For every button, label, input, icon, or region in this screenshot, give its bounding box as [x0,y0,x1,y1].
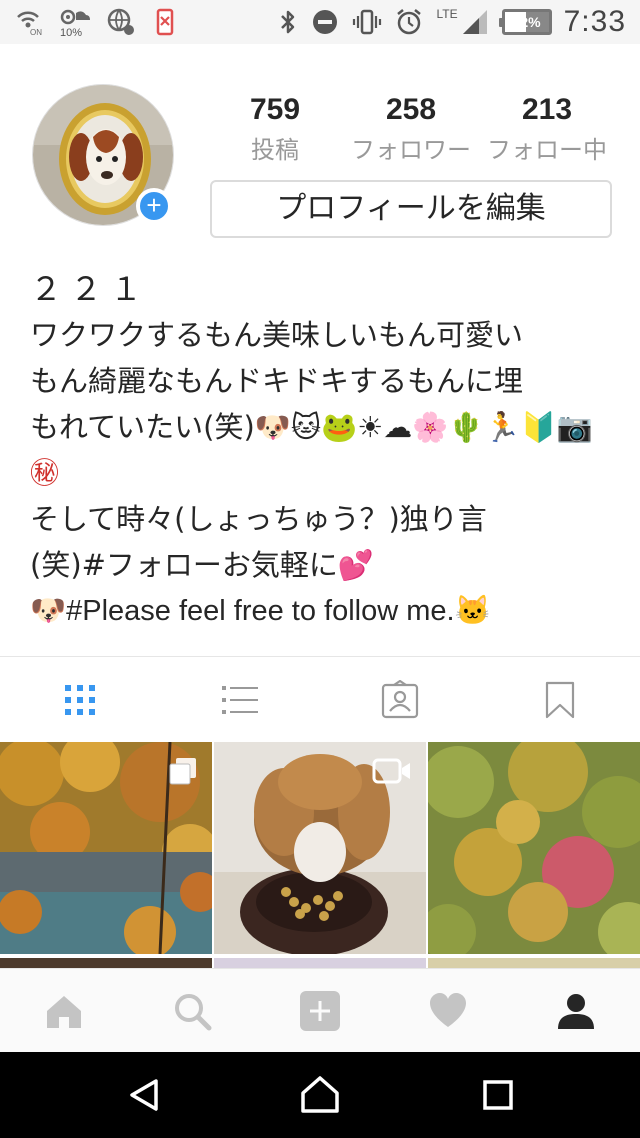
video-icon [372,756,412,786]
status-bar: ON 10% LTE 52% 7:33 [0,0,640,44]
bio-line: もれていたい(笑)🐶🐱🐸☀☁🌸🌵🏃🔰📷 [30,410,593,444]
bio-line[interactable]: (笑)#フォローお気軽に💕 [30,542,630,588]
nav-profile[interactable] [512,969,640,1053]
vibrate-icon [352,7,382,37]
stat-count: 759 [249,93,301,126]
recents-button[interactable] [438,1052,558,1138]
bluetooth-icon [278,7,298,37]
bio-line: ワクワクするもん美味しいもん可愛い [30,318,524,352]
data-saver-percent: 10% [60,27,82,37]
activity-heart-icon [430,993,466,1027]
tab-tagged-view[interactable] [320,658,480,742]
bookmark-icon [545,681,575,719]
edit-profile-button[interactable]: プロフィールを編集 [210,180,612,238]
nav-home[interactable] [0,969,128,1053]
tab-saved-view[interactable] [480,658,640,742]
divider [0,656,640,657]
tab-grid-view[interactable] [0,658,160,742]
alarm-icon [394,7,424,37]
battery-percent: 52% [512,14,541,30]
post-grid [0,742,640,968]
recents-square-icon [483,1080,513,1110]
tagged-person-icon [381,680,419,719]
home-button[interactable] [260,1052,380,1138]
nav-add-post[interactable] [256,969,384,1053]
stat-count: 213 [521,93,573,126]
mobile-alert-icon [150,7,180,37]
followers-count-stat[interactable]: 258 フォロワー [346,90,476,168]
post-thumbnail[interactable] [0,742,212,954]
profile-avatar-container[interactable]: + [32,84,174,226]
bio-line: そして時々(しょっちゅう？)独り言 [30,502,487,536]
nav-search[interactable] [128,969,256,1053]
add-story-plus-icon[interactable]: + [136,188,172,224]
globe-settings-icon [106,7,136,37]
bottom-navigation [0,968,640,1052]
signal-icon [460,7,490,37]
home-outline-icon [301,1076,339,1113]
bio-line[interactable]: 🐶#Please feel free to follow me.🐱 [30,588,630,634]
network-type-label: LTE [436,7,458,21]
profile-stats: 759 投稿 258 フォロワー 213 フォロー中 [210,90,610,170]
posts-count-stat[interactable]: 759 投稿 [210,90,340,168]
stat-label: 投稿 [251,136,299,164]
profile-name: ２２１ [30,270,151,308]
nav-activity[interactable] [384,969,512,1053]
profile-view-tabs [0,658,640,742]
stat-label: フォロワー [351,136,471,164]
following-count-stat[interactable]: 213 フォロー中 [482,90,612,168]
maple-leaves-photo [428,742,640,954]
home-icon [47,996,81,1028]
do-not-disturb-icon [310,7,340,37]
search-icon [175,994,212,1031]
back-triangle-icon [130,1079,158,1111]
list-icon [222,686,258,714]
system-navigation-bar [0,1052,640,1138]
data-saver-icon: 10% [58,7,92,37]
profile-bio: ２２１ ワクワクするもん美味しいもん可愛い もん綺麗なもんドキドキするもんに埋 … [30,266,630,634]
stat-label: フォロー中 [487,136,607,164]
post-thumbnail[interactable] [214,742,426,954]
post-thumbnail[interactable] [428,742,640,954]
multiple-photos-icon [168,756,198,786]
back-button[interactable] [84,1052,204,1138]
grid-icon [65,685,95,715]
profile-icon [558,994,594,1029]
stat-count: 258 [385,93,437,126]
add-post-icon [300,991,340,1031]
status-time: 7:33 [563,5,626,38]
bio-line: ㊙ [30,456,60,490]
wifi-calling-label: ON [30,28,42,37]
wifi-calling-icon: ON [14,7,44,37]
bio-line: もん綺麗なもんドキドキするもんに埋 [30,364,524,398]
battery-indicator: 52% [498,9,552,35]
tab-list-view[interactable] [160,658,320,742]
